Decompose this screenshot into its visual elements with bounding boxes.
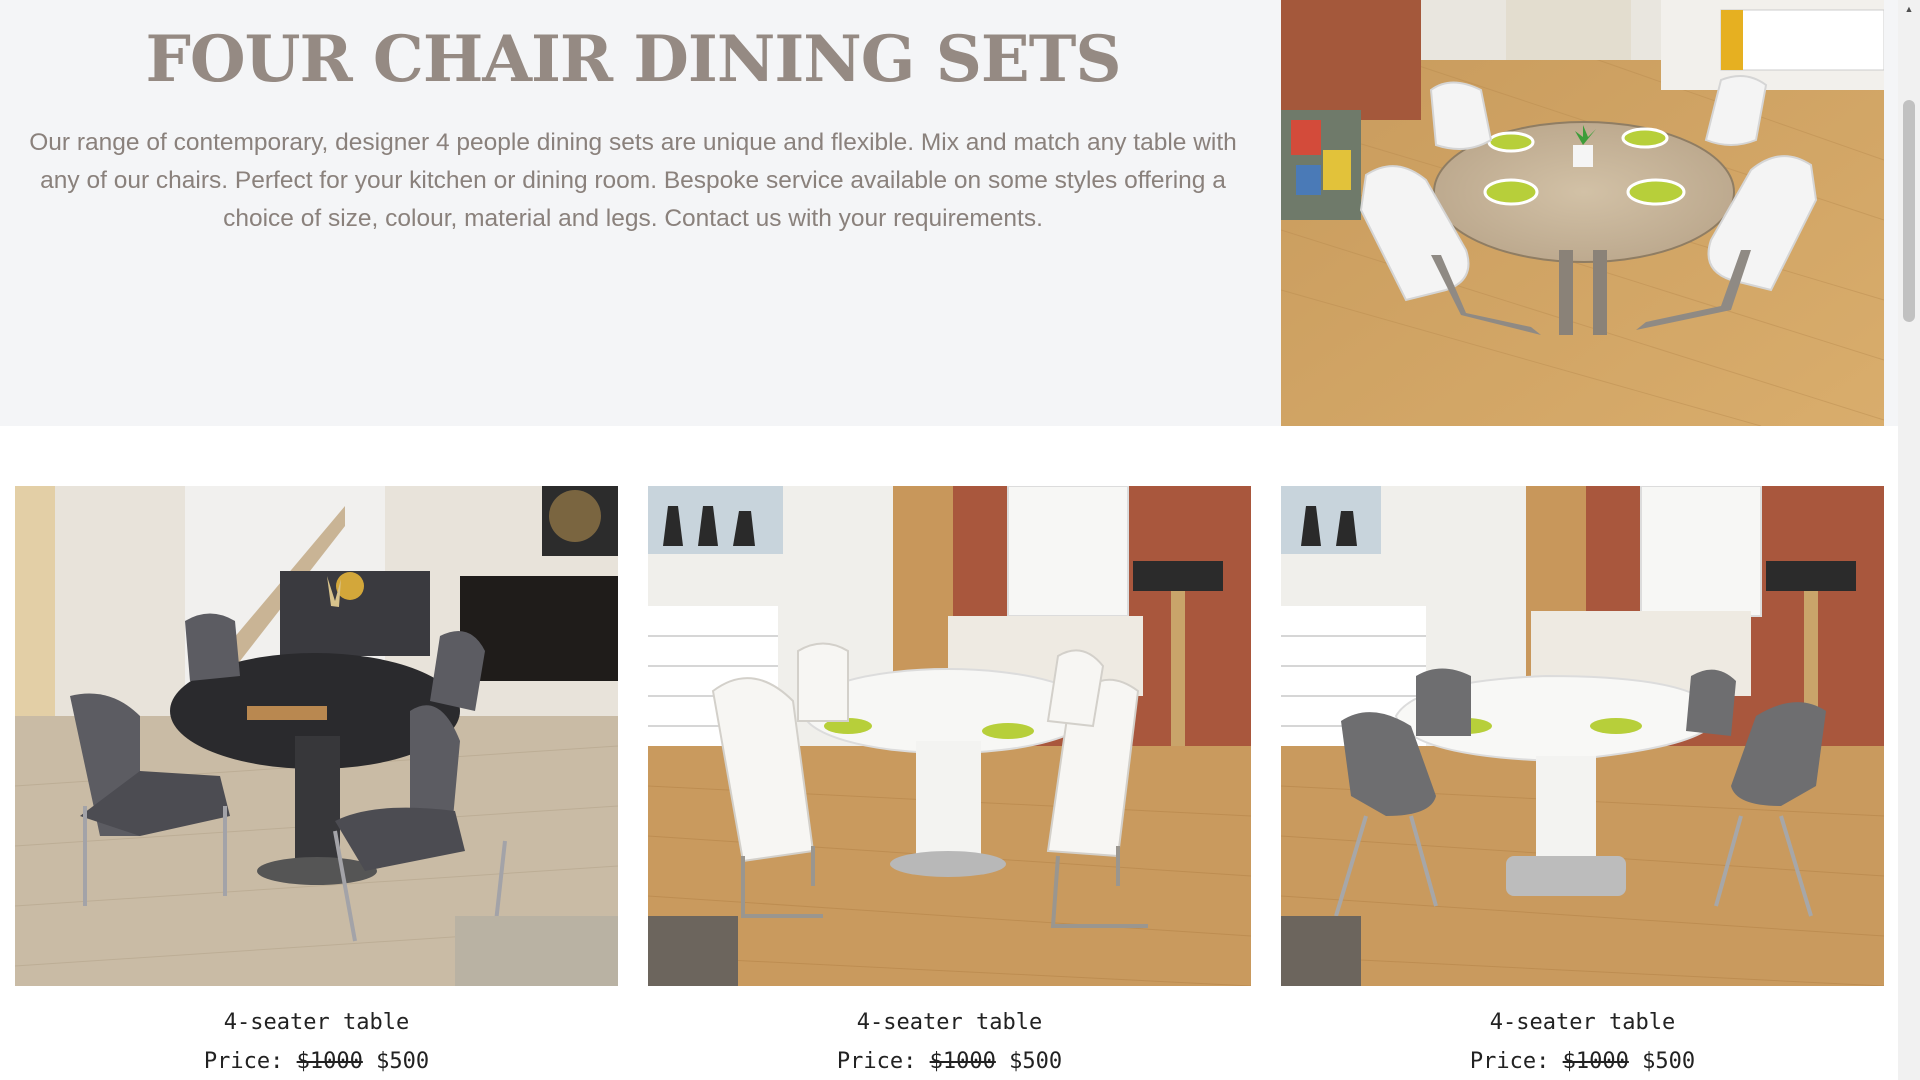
product-name[interactable]: 4-seater table <box>15 1010 618 1035</box>
price-label: Price: <box>203 1049 284 1074</box>
scrollbar-thumb[interactable] <box>1903 100 1915 322</box>
product-image[interactable] <box>1281 486 1884 986</box>
sale-price: $500 <box>1009 1049 1063 1074</box>
product-price: Price: $1000 $500 <box>15 1049 618 1074</box>
sale-price: $500 <box>376 1049 430 1074</box>
triangle-up-icon[interactable]: ▲ <box>1898 0 1920 18</box>
hero-description: Our range of contemporary, designer 4 pe… <box>29 129 1237 232</box>
product-name[interactable]: 4-seater table <box>1281 1010 1884 1035</box>
hero-dining-set-image <box>1281 0 1884 426</box>
price-label: Price: <box>1469 1049 1550 1074</box>
vertical-scrollbar[interactable]: ▲ <box>1898 0 1920 1080</box>
hero-section: FOUR CHAIR DINING SETS Our range of cont… <box>0 0 1898 426</box>
product-image[interactable] <box>648 486 1251 986</box>
old-price: $1000 <box>929 1049 996 1074</box>
old-price: $1000 <box>1562 1049 1629 1074</box>
product-price: Price: $1000 $500 <box>648 1049 1251 1074</box>
sale-price: $500 <box>1642 1049 1696 1074</box>
page-title: FOUR CHAIR DINING SETS <box>145 22 1121 97</box>
product-image[interactable] <box>15 486 618 986</box>
product-card[interactable]: 4-seater table Price: $1000 $500 <box>15 486 618 1074</box>
product-price: Price: $1000 $500 <box>1281 1049 1884 1074</box>
price-label: Price: <box>836 1049 917 1074</box>
product-card[interactable]: 4-seater table Price: $1000 $500 <box>1281 486 1884 1074</box>
product-card[interactable]: 4-seater table Price: $1000 $500 <box>648 486 1251 1074</box>
product-name[interactable]: 4-seater table <box>648 1010 1251 1035</box>
old-price: $1000 <box>296 1049 363 1074</box>
